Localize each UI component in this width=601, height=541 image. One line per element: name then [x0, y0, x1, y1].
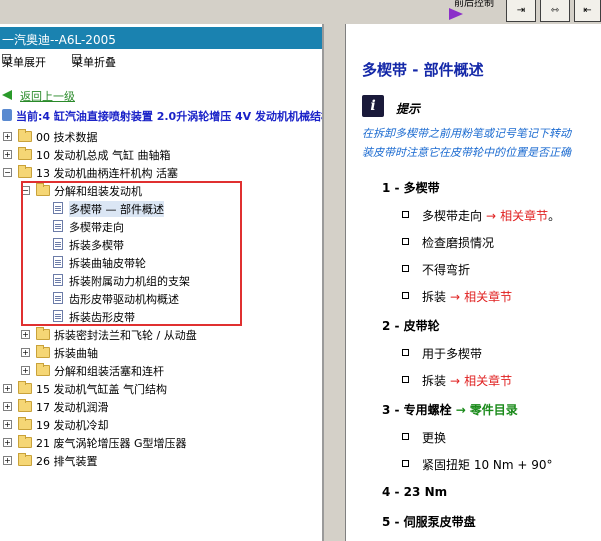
- toolbar-button-expand[interactable]: ⇿: [540, 0, 570, 22]
- expand-toggle-icon[interactable]: +: [3, 150, 12, 159]
- tree-item-label[interactable]: 拆装曲轴: [54, 345, 98, 361]
- menu-expand-label: 菜单展开: [2, 56, 46, 69]
- content-panel: 多楔带 - 部件概述 i 提示 在拆卸多楔带之前用粉笔或记号笔记下转动 装皮带时…: [346, 24, 601, 541]
- highlight-box: [21, 181, 242, 326]
- panel-splitter[interactable]: [324, 24, 346, 541]
- prev-icon: ⇤: [583, 5, 592, 16]
- page-title: 多楔带 - 部件概述: [362, 61, 484, 79]
- navigation-panel: 一汽奥迪--A6L-2005 菜单展开 菜单折叠 返回上一级 当前:4 缸汽油直…: [0, 24, 322, 541]
- section-label: 2 - 皮带轮: [382, 319, 440, 333]
- list-item-text: 更换: [422, 431, 447, 445]
- list-item-text: 拆装: [422, 290, 447, 304]
- folder-icon: [18, 399, 32, 412]
- menu-collapse-label: 菜单折叠: [72, 56, 116, 69]
- section-heading: 1 - 多楔带: [382, 179, 440, 196]
- bullet-icon: [402, 376, 409, 383]
- tree-item-label[interactable]: 15 发动机气缸盖 气门结构: [36, 381, 167, 397]
- hint-text-line-2: 装皮带时注意它在皮带轮中的位置是否正确: [362, 146, 571, 159]
- vehicle-title-bar: 一汽奥迪--A6L-2005: [0, 27, 322, 49]
- folder-icon: [18, 417, 32, 430]
- expand-toggle-icon[interactable]: +: [21, 330, 30, 339]
- bullet-icon: [402, 460, 409, 467]
- related-chapter-link[interactable]: 相关章节: [464, 290, 512, 304]
- section-heading: 2 - 皮带轮: [382, 317, 440, 334]
- arrow-icon: →: [486, 209, 497, 223]
- info-icon: i: [362, 95, 384, 117]
- tree-item-label[interactable]: 17 发动机润滑: [36, 399, 109, 415]
- toolbar-button-prev[interactable]: ⇤: [574, 0, 601, 22]
- play-arrow-icon[interactable]: [449, 8, 463, 20]
- toolbar-button-next[interactable]: ⇥: [506, 0, 536, 22]
- list-item-text: 用于多楔带: [422, 347, 483, 361]
- expand-toggle-icon[interactable]: +: [3, 384, 12, 393]
- folder-icon: [18, 165, 32, 178]
- bullet-icon: [402, 211, 409, 218]
- bullet-icon: [402, 433, 409, 440]
- parts-catalog-link[interactable]: 零件目录: [470, 403, 518, 417]
- list-item-text: 拆装: [422, 374, 447, 388]
- bullet-icon: [402, 238, 409, 245]
- folder-icon: [18, 147, 32, 160]
- folder-icon: [18, 381, 32, 394]
- bullet-icon: [402, 265, 409, 272]
- arrow-icon: →: [450, 374, 461, 388]
- folder-icon: [18, 435, 32, 448]
- list-item-text: 检查磨损情况: [422, 236, 495, 250]
- section-label: 4 - 23 Nm: [382, 485, 448, 499]
- app-window: 前后控制 ⇥ ⇿ ⇤ 一汽奥迪--A6L-2005 菜单展开 菜单折叠 返回上一…: [0, 0, 601, 541]
- section-heading: 5 - 伺服泵皮带盘: [382, 513, 476, 530]
- expand-toggle-icon[interactable]: +: [21, 366, 30, 375]
- hint-title: 提示: [396, 102, 421, 116]
- arrow-icon: →: [455, 403, 466, 417]
- tree-item-label[interactable]: 19 发动机冷却: [36, 417, 109, 433]
- arrow-icon: →: [450, 290, 461, 304]
- folder-icon: [18, 129, 32, 142]
- current-page-icon: [2, 109, 12, 121]
- tree-item-label[interactable]: 分解和组装活塞和连杆: [54, 363, 164, 379]
- back-arrow-icon[interactable]: [2, 90, 12, 100]
- expand-toggle-icon[interactable]: +: [3, 420, 12, 429]
- section-heading: 4 - 23 Nm: [382, 485, 447, 499]
- section-label: 3 - 专用螺栓: [382, 403, 452, 417]
- bullet-icon: [402, 349, 409, 356]
- folder-icon: [36, 363, 50, 376]
- tree-item-label[interactable]: 00 技术数据: [36, 129, 98, 145]
- folder-icon: [36, 327, 50, 340]
- tree-item-label[interactable]: 21 废气涡轮增压器 G型增压器: [36, 435, 187, 451]
- tree-item-label[interactable]: 13 发动机曲柄连杆机构 活塞: [36, 165, 178, 181]
- expand-toggle-icon[interactable]: +: [21, 348, 30, 357]
- next-icon: ⇥: [516, 5, 526, 16]
- punctuation: 。: [548, 209, 561, 223]
- expand-toggle-icon[interactable]: +: [3, 402, 12, 411]
- tree-item-label[interactable]: 拆装密封法兰和飞轮 / 从动盘: [54, 327, 197, 343]
- tree-item-label[interactable]: 10 发动机总成 气缸 曲轴箱: [36, 147, 171, 163]
- top-toolbar: 前后控制 ⇥ ⇿ ⇤: [0, 0, 601, 24]
- list-item-text: 多楔带走向: [422, 209, 483, 223]
- section-heading: 3 - 专用螺栓 → 零件目录: [382, 401, 518, 418]
- related-chapter-link[interactable]: 相关章节: [464, 374, 512, 388]
- related-chapter-link[interactable]: 相关章节: [500, 209, 548, 223]
- list-item-text: 紧固扭矩 10 Nm + 90°: [422, 458, 553, 472]
- collapse-toggle-icon[interactable]: −: [3, 168, 12, 177]
- section-label: 1 - 多楔带: [382, 181, 440, 195]
- section-label: 5 - 伺服泵皮带盘: [382, 515, 476, 529]
- folder-icon: [18, 453, 32, 466]
- expand-toggle-icon[interactable]: +: [3, 456, 12, 465]
- expand-icon: ⇿: [550, 5, 560, 16]
- hint-text-line-1: 在拆卸多楔带之前用粉笔或记号笔记下转动: [362, 127, 571, 140]
- back-link[interactable]: 返回上一级: [20, 88, 75, 104]
- expand-toggle-icon[interactable]: +: [3, 132, 12, 141]
- expand-toggle-icon[interactable]: +: [3, 438, 12, 447]
- current-location-text: 当前:4 缸汽油直接喷射装置 2.0升涡轮增压 4V 发动机机械结构: [16, 110, 322, 123]
- folder-icon: [36, 345, 50, 358]
- bullet-icon: [402, 292, 409, 299]
- list-item-text: 不得弯折: [422, 263, 471, 277]
- tree-item-label[interactable]: 26 排气装置: [36, 453, 98, 469]
